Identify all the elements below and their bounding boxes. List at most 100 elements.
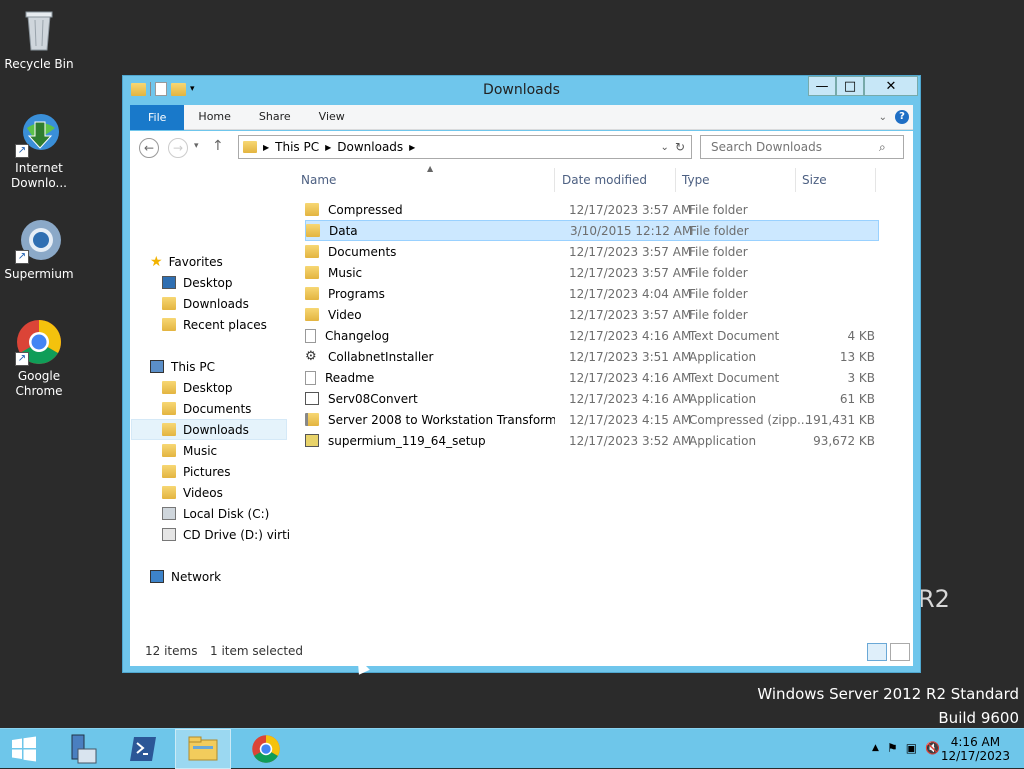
cd-drive-icon (162, 528, 176, 541)
breadcrumb-separator-icon: ▶ (325, 142, 332, 152)
file-row[interactable]: Server 2008 to Workstation Transformati.… (305, 409, 879, 430)
maximize-button[interactable]: □ (836, 76, 864, 96)
nav-pc-music[interactable]: Music (162, 440, 217, 461)
music-folder-icon (162, 444, 176, 457)
nav-favorites[interactable]: ★ Favorites (150, 251, 223, 272)
tab-view[interactable]: View (305, 105, 359, 129)
show-hidden-icons-icon[interactable]: ▲ (872, 743, 879, 753)
start-button[interactable] (0, 729, 48, 769)
status-bar: 12 items 1 item selected (130, 639, 913, 665)
file-row[interactable]: Documents 12/17/2023 3:57 AM File folder (305, 241, 879, 262)
search-input[interactable] (709, 139, 879, 155)
breadcrumb-downloads[interactable]: Downloads (337, 140, 403, 154)
desktop-icon-recycle-bin[interactable]: Recycle Bin (1, 6, 77, 72)
taskbar-file-explorer[interactable] (175, 729, 231, 769)
search-icon: ⌕ (879, 139, 886, 154)
large-icons-view-button[interactable] (890, 643, 910, 661)
powershell-icon (130, 737, 156, 761)
nav-pc-desktop[interactable]: Desktop (162, 377, 233, 398)
nav-pc-videos[interactable]: Videos (162, 482, 223, 503)
file-row[interactable]: Video 12/17/2023 3:57 AM File folder (305, 304, 879, 325)
window-title: Downloads (483, 82, 560, 98)
server-manager-icon (71, 734, 97, 764)
column-header-type[interactable]: Type (676, 168, 796, 192)
network-status-icon[interactable]: ▣ (906, 741, 917, 755)
address-bar[interactable]: ▶ This PC ▶ Downloads ▶ ⌄ ↻ (238, 135, 692, 159)
nav-fav-desktop[interactable]: Desktop (162, 272, 233, 293)
shortcut-arrow-icon: ↗ (15, 352, 29, 366)
file-row[interactable]: Readme 12/17/2023 4:16 AM Text Document … (305, 367, 879, 388)
clock-time: 4:16 AM (950, 735, 1001, 749)
navigation-pane: ★ Favorites Desktop Downloads Recent pla… (130, 164, 290, 639)
nav-pc-pictures[interactable]: Pictures (162, 461, 231, 482)
taskbar-chrome[interactable] (240, 729, 292, 769)
column-header-name[interactable]: Name (295, 168, 555, 192)
volume-muted-icon[interactable]: 🔇 (925, 741, 940, 755)
supermium-icon: ↗ (15, 216, 63, 264)
tab-file[interactable]: File (130, 104, 185, 130)
desktop-icon-label: Internet Downlo... (11, 161, 67, 190)
nav-this-pc[interactable]: This PC (150, 356, 215, 377)
folder-icon (162, 402, 176, 415)
folder-icon (305, 266, 319, 279)
file-row[interactable]: Music 12/17/2023 3:57 AM File folder (305, 262, 879, 283)
ribbon-tabs: File Home Share View ⌄ ? (130, 104, 913, 130)
search-box[interactable]: ⌕ (700, 135, 904, 159)
file-list: ▲ Name Date modified Type Size Compresse… (295, 164, 907, 639)
column-header-size[interactable]: Size (796, 168, 876, 192)
file-row[interactable]: Serv08Convert 12/17/2023 4:16 AM Applica… (305, 388, 879, 409)
desktop-icon-label: Google Chrome (15, 369, 63, 398)
text-document-icon (305, 328, 316, 343)
downloads-folder-icon (162, 297, 176, 310)
nav-pc-local-disk[interactable]: Local Disk (C:) (162, 503, 269, 524)
forward-button[interactable]: → (168, 138, 188, 158)
file-row[interactable]: Changelog 12/17/2023 4:16 AM Text Docume… (305, 325, 879, 346)
nav-network[interactable]: Network (150, 566, 221, 587)
desktop-icon-internet-download[interactable]: ↗ Internet Downlo... (1, 110, 77, 191)
downloads-folder-icon (243, 141, 257, 153)
status-selection: 1 item selected (210, 644, 304, 658)
nav-pc-cd-drive[interactable]: CD Drive (D:) virtio-win (162, 524, 290, 545)
details-view-button[interactable] (867, 643, 887, 661)
desktop-icon-google-chrome[interactable]: ↗ Google Chrome (1, 318, 77, 399)
file-row[interactable]: ⚙ CollabnetInstaller 12/17/2023 3:51 AM A… (305, 346, 879, 367)
file-row[interactable]: Programs 12/17/2023 4:04 AM File folder (305, 283, 879, 304)
action-center-flag-icon[interactable]: ⚑ (887, 741, 898, 755)
close-button[interactable]: ✕ (864, 76, 918, 96)
desktop-icon-label: Recycle Bin (4, 57, 74, 71)
shortcut-arrow-icon: ↗ (15, 250, 29, 264)
title-bar[interactable]: ▾ Downloads — □ ✕ (123, 76, 920, 104)
taskbar-powershell[interactable] (118, 729, 168, 769)
help-icon[interactable]: ? (895, 110, 909, 124)
file-row[interactable]: Compressed 12/17/2023 3:57 AM File folde… (305, 199, 879, 220)
up-arrow-icon[interactable]: ↑ (212, 138, 224, 154)
file-row-selected[interactable]: Data 3/10/2015 12:12 AM File folder (305, 220, 879, 241)
computer-icon (150, 360, 164, 373)
network-icon (150, 570, 164, 583)
desktop-icon-supermium[interactable]: ↗ Supermium (1, 216, 77, 282)
taskbar-server-manager[interactable] (56, 729, 106, 769)
nav-pc-documents[interactable]: Documents (162, 398, 251, 419)
back-button[interactable]: ← (139, 138, 159, 158)
folder-icon (305, 245, 319, 258)
expand-ribbon-icon[interactable]: ⌄ (879, 112, 887, 123)
file-row[interactable]: supermium_119_64_setup 12/17/2023 3:52 A… (305, 430, 879, 451)
address-dropdown-icon[interactable]: ⌄ (661, 142, 669, 153)
text-document-icon (305, 370, 316, 385)
taskbar: ▲ ⚑ ▣ 🔇 4:16 AM 12/17/2023 (0, 728, 1024, 769)
tab-home[interactable]: Home (184, 105, 244, 129)
watermark-r2: R2 (918, 585, 950, 613)
nav-fav-downloads[interactable]: Downloads (162, 293, 249, 314)
refresh-icon[interactable]: ↻ (675, 140, 685, 154)
desktop-icon (162, 276, 176, 289)
folder-icon (305, 287, 319, 300)
nav-fav-recent-places[interactable]: Recent places (162, 314, 267, 335)
clock[interactable]: 4:16 AM 12/17/2023 (941, 735, 1010, 763)
tab-share[interactable]: Share (245, 105, 305, 129)
minimize-button[interactable]: — (808, 76, 836, 96)
recent-locations-icon[interactable]: ▾ (194, 141, 199, 151)
column-header-date[interactable]: Date modified (556, 168, 676, 192)
breadcrumb-this-pc[interactable]: This PC (275, 140, 319, 154)
content-area: ★ Favorites Desktop Downloads Recent pla… (130, 164, 913, 666)
nav-pc-downloads[interactable]: Downloads (131, 419, 287, 440)
